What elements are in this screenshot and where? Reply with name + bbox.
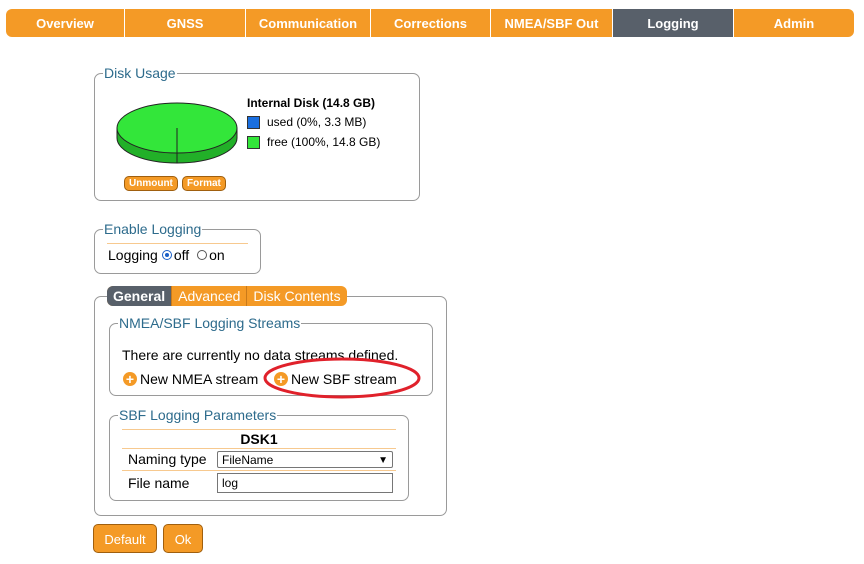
streams-legend: NMEA/SBF Logging Streams: [118, 315, 302, 331]
main-nav: Overview GNSS Communication Corrections …: [6, 9, 854, 37]
divider: [122, 429, 396, 430]
legend-free: free (100%, 14.8 GB): [247, 135, 380, 149]
new-nmea-label[interactable]: New NMEA stream: [140, 371, 258, 387]
logging-off-label[interactable]: off: [174, 247, 189, 263]
sbf-params-panel: SBF Logging Parameters DSK1 Naming type …: [109, 407, 409, 501]
subtab-advanced[interactable]: Advanced: [172, 286, 248, 306]
file-name-input[interactable]: log: [217, 473, 393, 493]
divider: [107, 243, 248, 244]
divider: [122, 470, 396, 471]
divider: [122, 448, 396, 449]
logging-radio-group: Logging off on: [108, 247, 225, 263]
tab-gnss[interactable]: GNSS: [125, 9, 246, 37]
disk-id: DSK1: [240, 431, 278, 447]
logging-off-radio[interactable]: [161, 250, 172, 260]
unmount-button[interactable]: Unmount: [124, 176, 178, 191]
plus-icon: +: [274, 372, 288, 386]
tab-admin[interactable]: Admin: [734, 9, 854, 37]
logging-subtabs: General Advanced Disk Contents: [107, 286, 347, 306]
file-name-label: File name: [128, 475, 190, 491]
subtab-disk-contents[interactable]: Disk Contents: [247, 286, 346, 306]
chevron-down-icon: ▼: [378, 455, 388, 466]
naming-type-value: FileName: [222, 453, 274, 467]
new-sbf-label[interactable]: New SBF stream: [291, 371, 397, 387]
ok-button[interactable]: Ok: [163, 524, 203, 553]
disk-usage-legend: Disk Usage: [103, 65, 177, 81]
logging-label: Logging: [108, 247, 158, 263]
used-label: used (0%, 3.3 MB): [267, 115, 367, 129]
disk-title: Internal Disk (14.8 GB): [247, 96, 376, 110]
format-button[interactable]: Format: [182, 176, 226, 191]
disk-pie-chart: [115, 98, 239, 171]
no-streams-message: There are currently no data streams defi…: [122, 347, 399, 363]
tab-overview[interactable]: Overview: [6, 9, 125, 37]
tab-nmea-sbf-out[interactable]: NMEA/SBF Out: [491, 9, 613, 37]
legend-used: used (0%, 3.3 MB): [247, 115, 366, 129]
logging-settings-panel: NMEA/SBF Logging Streams There are curre…: [94, 296, 447, 516]
naming-type-select[interactable]: FileName ▼: [217, 451, 393, 468]
disk-usage-panel: Disk Usage Internal Disk (14.8 GB) used …: [94, 65, 420, 201]
enable-logging-legend: Enable Logging: [103, 221, 203, 237]
enable-logging-panel: Enable Logging Logging off on: [94, 221, 261, 274]
streams-panel: NMEA/SBF Logging Streams There are curre…: [109, 315, 433, 396]
free-label: free (100%, 14.8 GB): [267, 135, 381, 149]
sbf-params-legend: SBF Logging Parameters: [118, 407, 278, 423]
logging-on-label[interactable]: on: [209, 247, 225, 263]
new-sbf-stream-link[interactable]: + New SBF stream: [274, 371, 397, 387]
free-swatch: [247, 135, 260, 149]
logging-on-radio[interactable]: [197, 250, 208, 260]
tab-communication[interactable]: Communication: [246, 9, 371, 37]
default-button[interactable]: Default: [93, 524, 157, 553]
tab-logging[interactable]: Logging: [613, 9, 734, 37]
naming-type-label: Naming type: [128, 451, 207, 467]
plus-icon: +: [123, 372, 137, 386]
tab-corrections[interactable]: Corrections: [371, 9, 491, 37]
subtab-general[interactable]: General: [107, 286, 173, 306]
used-swatch: [247, 115, 260, 129]
new-nmea-stream-link[interactable]: + New NMEA stream: [123, 371, 258, 387]
